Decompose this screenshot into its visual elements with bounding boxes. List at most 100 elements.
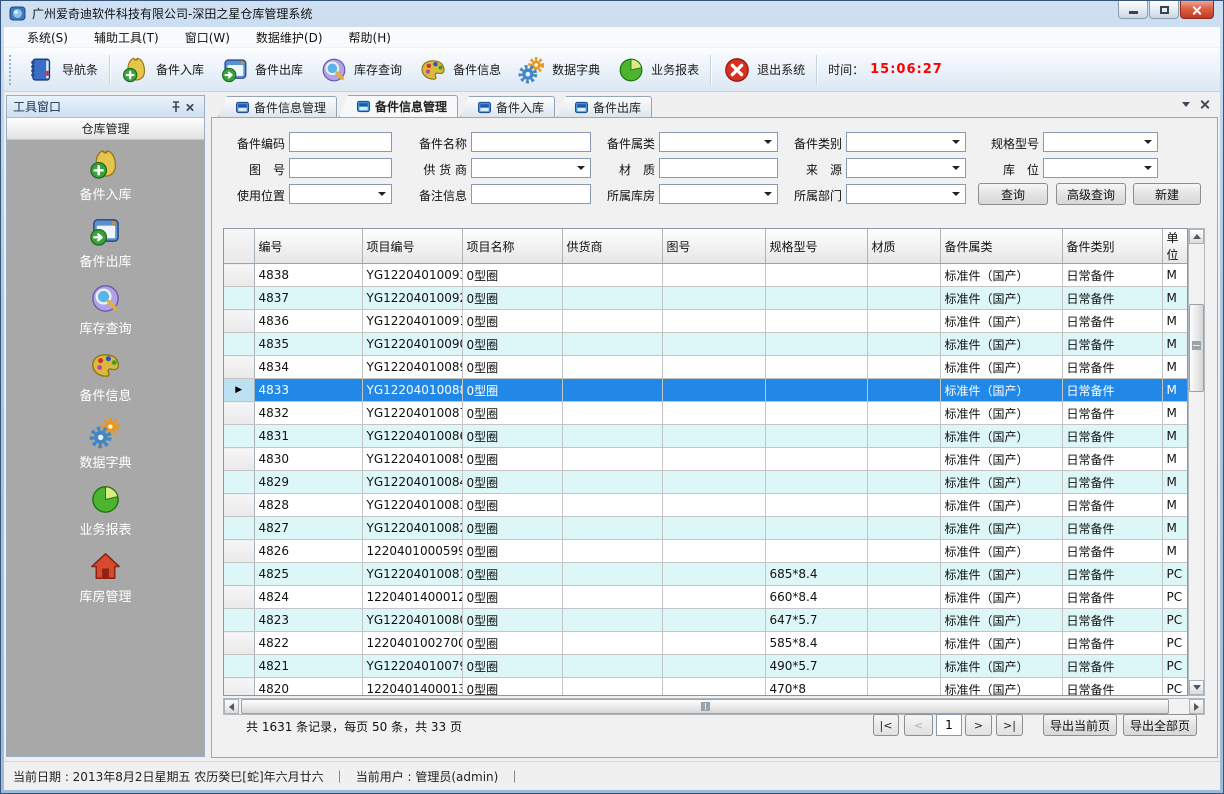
- column-header[interactable]: 规格型号: [765, 229, 867, 264]
- scroll-right-button[interactable]: [1189, 699, 1204, 714]
- sidebar-item-warehouse-mgmt[interactable]: 库房管理: [7, 549, 204, 605]
- sidebar-item-part-inbound[interactable]: 备件入库: [7, 147, 204, 203]
- table-row[interactable]: 4832YG122040100870型圈标准件（国产）日常备件M: [224, 402, 1187, 425]
- row-selector[interactable]: [224, 678, 254, 697]
- pin-icon[interactable]: [166, 99, 182, 115]
- sidebar-close-icon[interactable]: [182, 99, 198, 115]
- row-selector[interactable]: [224, 402, 254, 425]
- warehouse-select[interactable]: [659, 184, 778, 204]
- toolbar-stock-query-button[interactable]: 库存查询: [311, 51, 410, 89]
- close-button[interactable]: [1180, 1, 1214, 19]
- next-page-button[interactable]: >: [965, 714, 992, 736]
- tab-part-inbound[interactable]: 备件入库: [460, 96, 555, 117]
- tab-part-outbound[interactable]: 备件出库: [557, 96, 652, 117]
- table-row[interactable]: 4835YG122040100900型圈标准件（国产）日常备件M: [224, 333, 1187, 356]
- column-header[interactable]: 材质: [867, 229, 940, 264]
- row-selector[interactable]: [224, 333, 254, 356]
- table-row[interactable]: 4825YG122040100810型圈685*8.4标准件（国产）日常备件PC: [224, 563, 1187, 586]
- table-row[interactable]: 482412204014000120型圈660*8.4标准件（国产）日常备件PC: [224, 586, 1187, 609]
- column-header[interactable]: 图号: [662, 229, 765, 264]
- table-row[interactable]: 482012204014000130型圈470*8标准件（国产）日常备件PC: [224, 678, 1187, 697]
- table-row[interactable]: 482612204010005990型圈标准件（国产）日常备件M: [224, 540, 1187, 563]
- table-row[interactable]: 4838YG122040100930型圈标准件（国产）日常备件M: [224, 264, 1187, 287]
- vertical-scrollbar[interactable]: [1188, 228, 1205, 696]
- menu-help[interactable]: 帮助(H): [336, 26, 404, 49]
- toolbar-grip[interactable]: [9, 55, 13, 85]
- toolbar-business-report-button[interactable]: 业务报表: [608, 51, 707, 89]
- query-button[interactable]: 查询: [978, 183, 1048, 205]
- row-selector[interactable]: [224, 517, 254, 540]
- sidebar-item-business-report[interactable]: 业务报表: [7, 482, 204, 538]
- usage-position-select[interactable]: [289, 184, 392, 204]
- export-current-page-button[interactable]: 导出当前页: [1043, 714, 1117, 736]
- toolbar-exit-button[interactable]: 退出系统: [714, 51, 813, 89]
- remark-input[interactable]: [471, 184, 591, 204]
- menu-aux-tools[interactable]: 辅助工具(T): [81, 26, 172, 49]
- column-header[interactable]: 备件属类: [940, 229, 1062, 264]
- row-selector[interactable]: [224, 494, 254, 517]
- table-row[interactable]: 4821YG122040100790型圈490*5.7标准件（国产）日常备件PC: [224, 655, 1187, 678]
- scroll-left-button[interactable]: [224, 699, 239, 714]
- export-all-pages-button[interactable]: 导出全部页: [1123, 714, 1197, 736]
- table-row[interactable]: 4823YG122040100800型圈647*5.7标准件（国产）日常备件PC: [224, 609, 1187, 632]
- row-selector[interactable]: [224, 448, 254, 471]
- row-selector[interactable]: [224, 425, 254, 448]
- advanced-query-button[interactable]: 高级查询: [1056, 183, 1126, 205]
- tab-close-icon[interactable]: [1200, 99, 1210, 109]
- tab-part-info-mgmt-1[interactable]: 备件信息管理: [218, 96, 337, 117]
- menu-window[interactable]: 窗口(W): [172, 26, 243, 49]
- row-selector[interactable]: [224, 563, 254, 586]
- vertical-scroll-thumb[interactable]: [1189, 304, 1204, 392]
- row-selector[interactable]: [224, 264, 254, 287]
- toolbar-data-dict-button[interactable]: 数据字典: [509, 51, 608, 89]
- part-class-select[interactable]: [659, 132, 778, 152]
- material-input[interactable]: [659, 158, 778, 178]
- toolbar-part-info-button[interactable]: 备件信息: [410, 51, 509, 89]
- scroll-down-button[interactable]: [1189, 680, 1204, 695]
- part-code-input[interactable]: [289, 132, 392, 152]
- last-page-button[interactable]: >|: [996, 714, 1023, 736]
- horizontal-scroll-thumb[interactable]: [241, 699, 1169, 714]
- column-header[interactable]: 单位: [1162, 229, 1187, 264]
- prev-page-button[interactable]: <: [904, 714, 933, 736]
- table-row[interactable]: 4837YG122040100920型圈标准件（国产）日常备件M: [224, 287, 1187, 310]
- first-page-button[interactable]: |<: [873, 714, 899, 736]
- menu-system[interactable]: 系统(S): [14, 26, 81, 49]
- drawing-no-input[interactable]: [289, 158, 392, 178]
- column-header[interactable]: 编号: [254, 229, 362, 264]
- maximize-button[interactable]: [1149, 1, 1179, 19]
- table-row[interactable]: 4828YG122040100830型圈标准件（国产）日常备件M: [224, 494, 1187, 517]
- sidebar-item-stock-query[interactable]: 库存查询: [7, 281, 204, 337]
- table-row[interactable]: 4827YG122040100820型圈标准件（国产）日常备件M: [224, 517, 1187, 540]
- part-type-select[interactable]: [846, 132, 966, 152]
- row-selector[interactable]: [224, 540, 254, 563]
- row-selector[interactable]: [224, 471, 254, 494]
- table-row[interactable]: 4830YG122040100850型圈标准件（国产）日常备件M: [224, 448, 1187, 471]
- selector-column-header[interactable]: [224, 229, 254, 264]
- column-header[interactable]: 项目名称: [462, 229, 562, 264]
- row-selector[interactable]: [224, 356, 254, 379]
- tab-part-info-mgmt-2-active[interactable]: 备件信息管理: [339, 95, 458, 117]
- table-row[interactable]: ▶4833YG122040100880型圈标准件（国产）日常备件M: [224, 379, 1187, 402]
- table-row[interactable]: 4829YG122040100840型圈标准件（国产）日常备件M: [224, 471, 1187, 494]
- table-row[interactable]: 4831YG122040100860型圈标准件（国产）日常备件M: [224, 425, 1187, 448]
- supplier-select[interactable]: [471, 158, 591, 178]
- location-select[interactable]: [1043, 158, 1158, 178]
- sidebar-item-part-info[interactable]: 备件信息: [7, 348, 204, 404]
- row-selector[interactable]: [224, 632, 254, 655]
- column-header[interactable]: 供货商: [562, 229, 662, 264]
- row-selector[interactable]: [224, 655, 254, 678]
- row-selector-current[interactable]: ▶: [224, 379, 254, 402]
- sidebar-item-part-outbound[interactable]: 备件出库: [7, 214, 204, 270]
- department-select[interactable]: [846, 184, 966, 204]
- column-header[interactable]: 项目编号: [362, 229, 462, 264]
- sidebar-group-header[interactable]: 仓库管理: [7, 118, 204, 140]
- toolbar-part-inbound-button[interactable]: 备件入库: [113, 51, 212, 89]
- menu-data-maintenance[interactable]: 数据维护(D): [243, 26, 336, 49]
- row-selector[interactable]: [224, 287, 254, 310]
- sidebar-item-data-dict[interactable]: 数据字典: [7, 415, 204, 471]
- page-number-input[interactable]: [936, 714, 962, 736]
- horizontal-scrollbar[interactable]: [223, 698, 1205, 715]
- title-bar[interactable]: 广州爱奇迪软件科技有限公司-深田之星仓库管理系统: [0, 0, 1224, 27]
- table-row[interactable]: 4836YG122040100910型圈标准件（国产）日常备件M: [224, 310, 1187, 333]
